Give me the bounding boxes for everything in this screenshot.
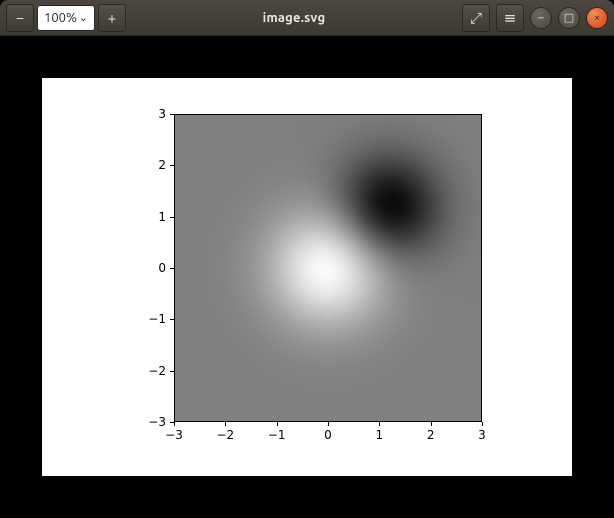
x-tick-label: 3 (469, 428, 495, 442)
viewer-window: − 100% ⌄ + image.svg ⤢ ≡ – □ (0, 0, 614, 518)
plus-icon: + (108, 10, 116, 25)
y-tick-label: 2 (140, 158, 166, 172)
y-tick-label: 0 (140, 261, 166, 275)
zoom-out-button[interactable]: − (6, 4, 34, 32)
x-tick (277, 422, 278, 426)
minus-icon: − (16, 10, 24, 25)
x-tick (328, 422, 329, 426)
x-tick-label: 1 (366, 428, 392, 442)
chevron-down-icon: ⌄ (79, 11, 88, 24)
x-tick (379, 422, 380, 426)
zoom-level-dropdown[interactable]: 100% ⌄ (37, 5, 95, 31)
y-tick (170, 114, 174, 115)
x-tick (431, 422, 432, 426)
maximize-button[interactable]: □ (558, 7, 580, 29)
x-tick-label: 0 (315, 428, 341, 442)
fullscreen-icon: ⤢ (470, 10, 482, 25)
minimize-icon: – (538, 12, 543, 24)
x-tick-label: 2 (418, 428, 444, 442)
fullscreen-button[interactable]: ⤢ (462, 4, 490, 32)
x-tick-label: −3 (161, 428, 187, 442)
window-controls: ⤢ ≡ – □ × (462, 4, 608, 32)
figure-canvas: −3 −2 −1 0 1 2 3 −3 −2 −1 0 1 2 3 (42, 78, 572, 476)
y-tick (170, 371, 174, 372)
content-area: −3 −2 −1 0 1 2 3 −3 −2 −1 0 1 2 3 (0, 36, 614, 518)
titlebar: − 100% ⌄ + image.svg ⤢ ≡ – □ (0, 0, 614, 36)
x-tick (482, 422, 483, 426)
minimize-button[interactable]: – (530, 7, 552, 29)
close-button[interactable]: × (586, 7, 608, 29)
y-tick (170, 217, 174, 218)
zoom-value: 100% (44, 11, 77, 25)
plot-axes (174, 114, 482, 422)
window-title: image.svg (126, 11, 462, 25)
heatmap (175, 115, 481, 421)
y-tick (170, 165, 174, 166)
x-tick-label: −1 (264, 428, 290, 442)
close-icon: × (594, 12, 600, 24)
x-tick (225, 422, 226, 426)
x-tick-label: −2 (212, 428, 238, 442)
zoom-in-button[interactable]: + (98, 4, 126, 32)
y-tick-label: −1 (140, 312, 166, 326)
y-tick (170, 268, 174, 269)
maximize-icon: □ (564, 11, 574, 24)
y-tick-label: −3 (140, 415, 166, 429)
y-tick (170, 319, 174, 320)
y-tick-label: 1 (140, 210, 166, 224)
hamburger-icon: ≡ (504, 10, 517, 25)
y-tick-label: 3 (140, 107, 166, 121)
x-tick (174, 422, 175, 426)
zoom-control-group: − 100% ⌄ + (6, 4, 126, 32)
hamburger-menu-button[interactable]: ≡ (496, 4, 524, 32)
y-tick-label: −2 (140, 364, 166, 378)
